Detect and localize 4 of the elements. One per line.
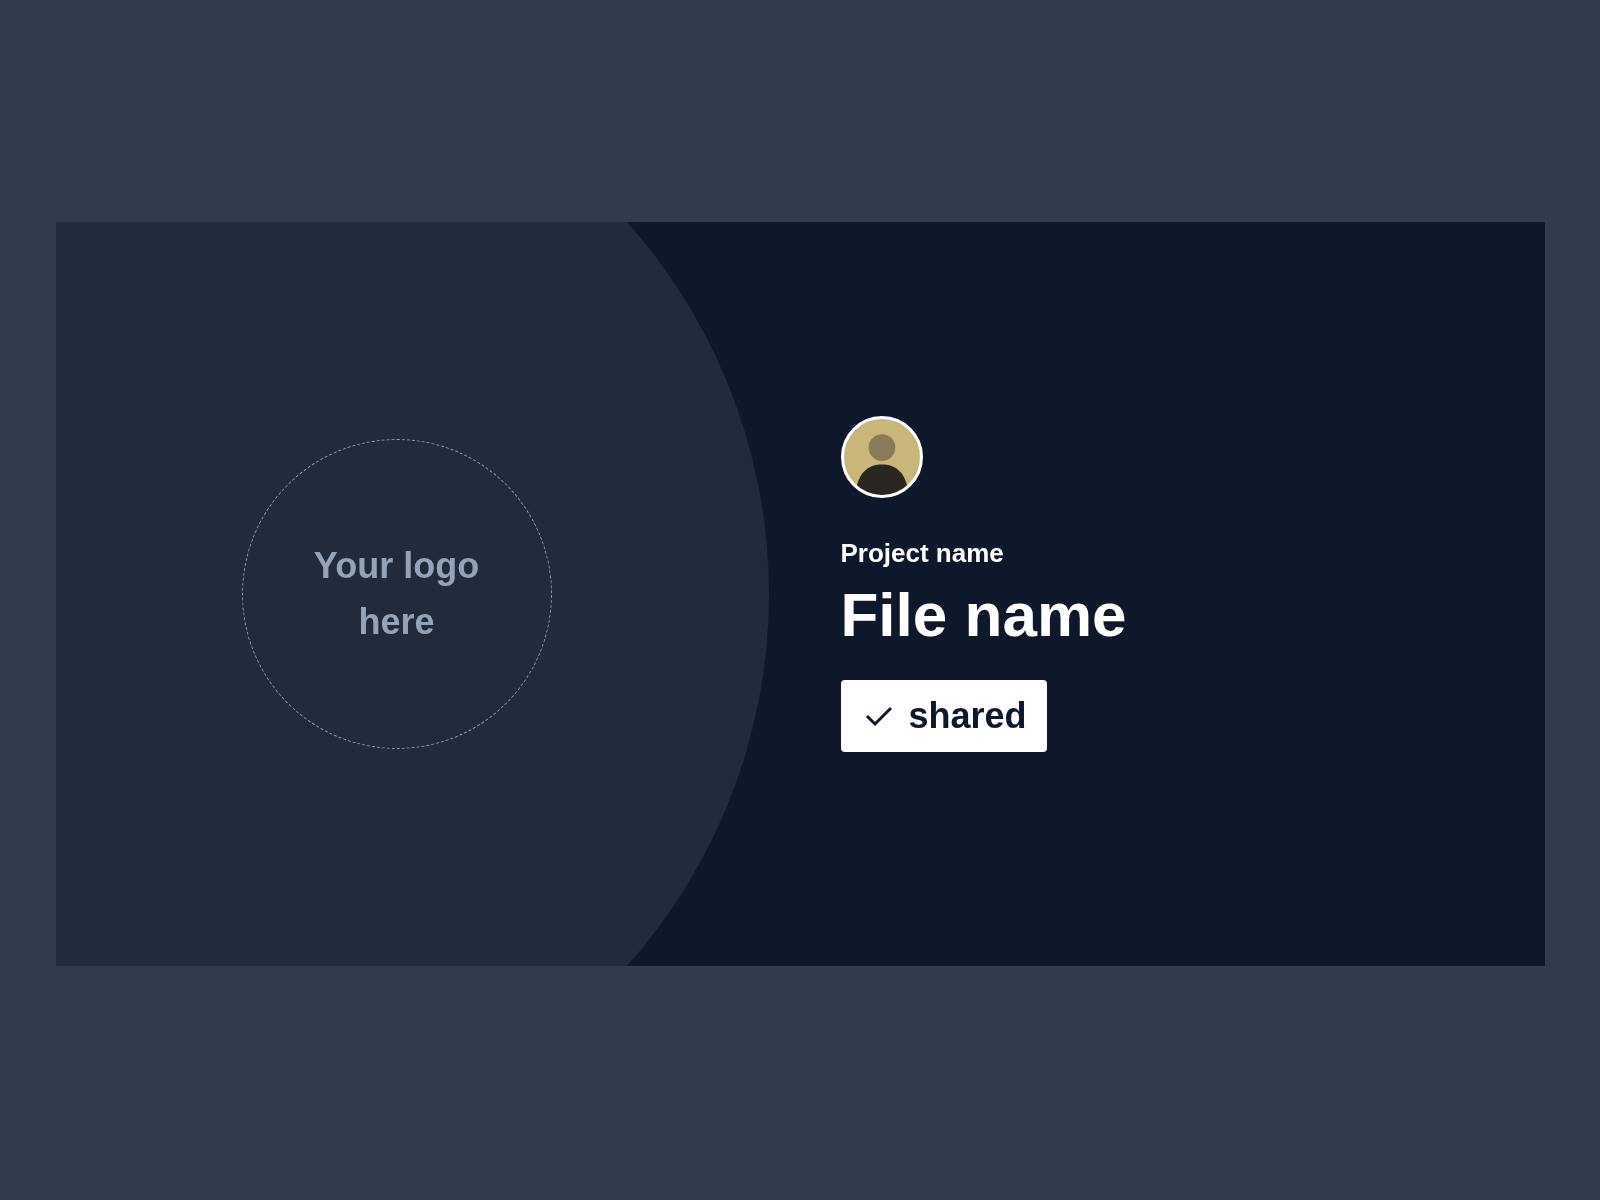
project-name: Project name [840, 538, 1004, 569]
file-name: File name [840, 579, 1127, 650]
logo-placeholder-text: Your logo here [312, 544, 481, 644]
status-label: shared [908, 695, 1027, 737]
